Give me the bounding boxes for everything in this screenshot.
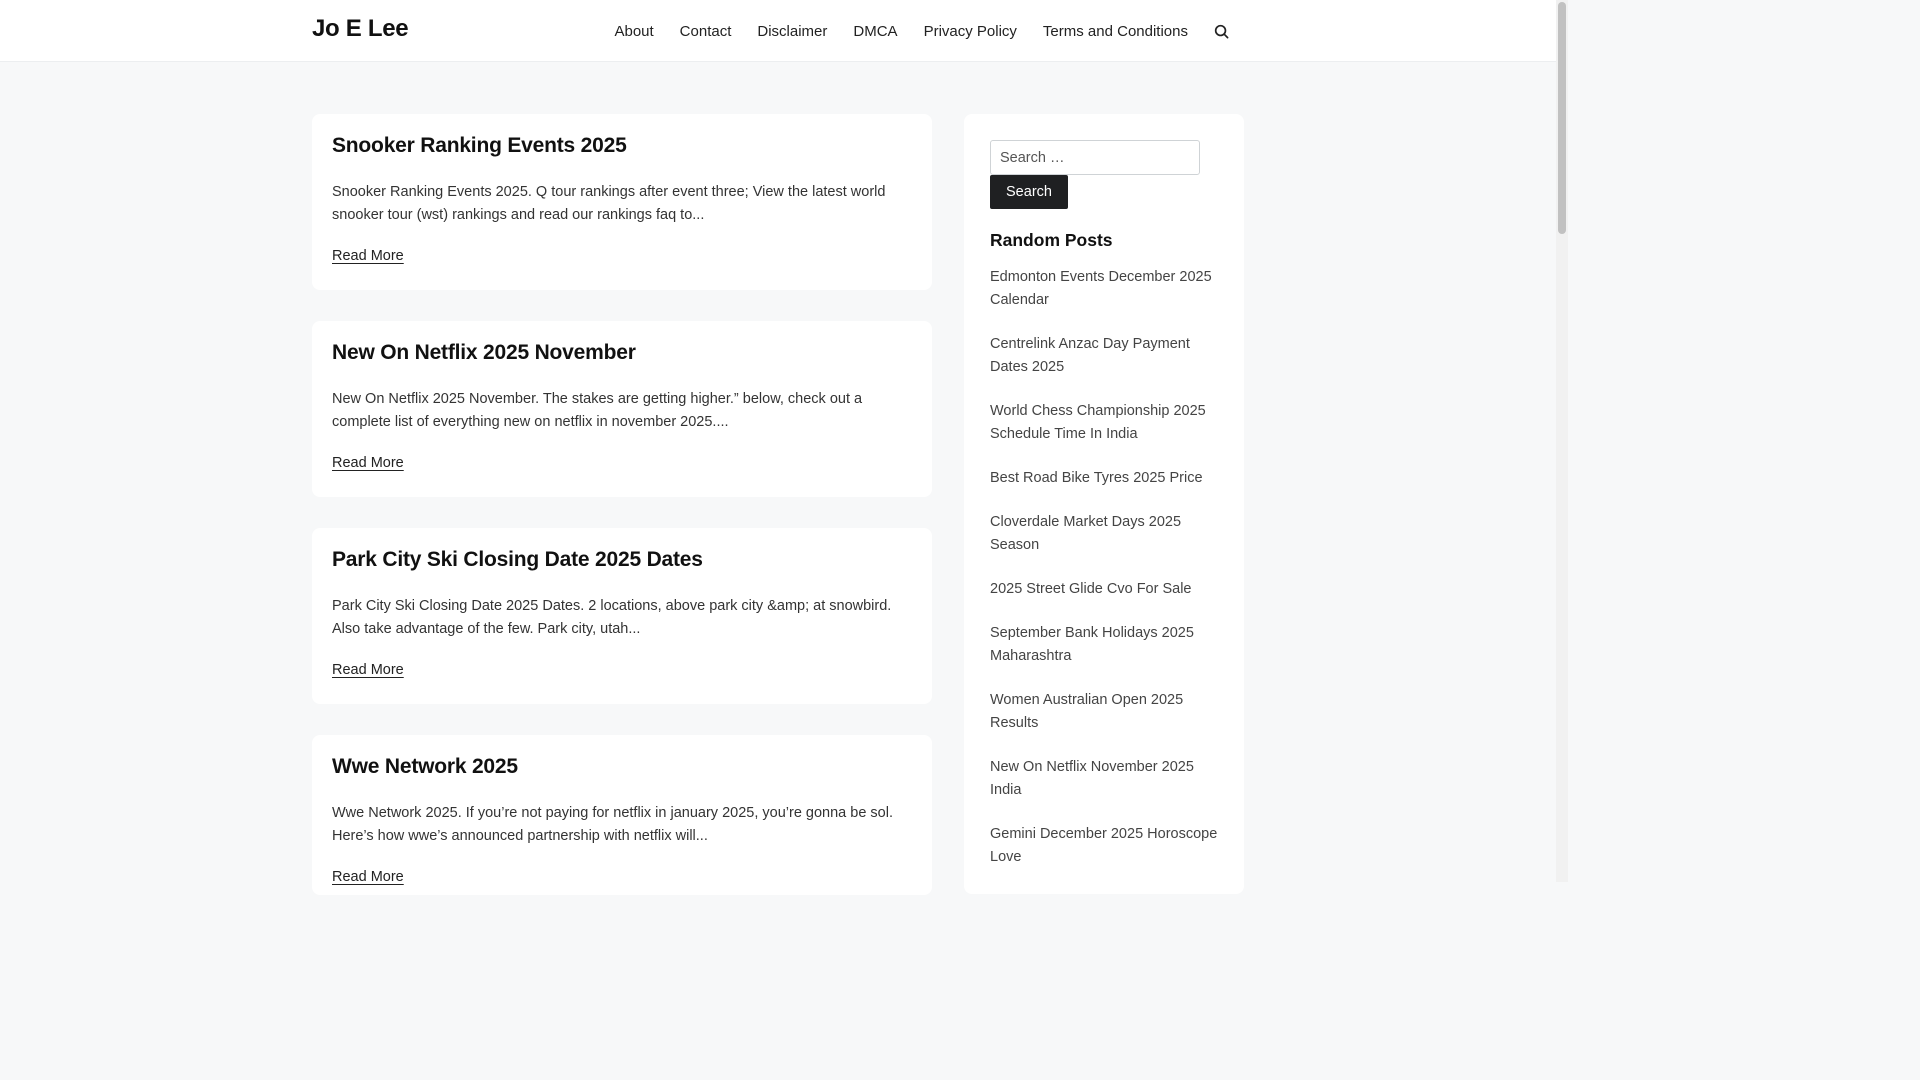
post-excerpt: Park City Ski Closing Date 2025 Dates. 2… <box>332 598 892 637</box>
main-nav: About Contact Disclaimer DMCA Privacy Po… <box>588 0 1230 62</box>
post-title[interactable]: New On Netflix 2025 November <box>332 341 636 365</box>
nav-item-contact[interactable]: Contact <box>680 23 732 40</box>
list-item: Gemini December 2025 Horoscope Love <box>990 823 1218 869</box>
nav-item-about[interactable]: About <box>614 23 653 40</box>
read-more-link[interactable]: Read More <box>332 662 404 678</box>
scrollbar[interactable] <box>1556 0 1568 882</box>
post-card: Park City Ski Closing Date 2025 Dates Pa… <box>312 528 932 704</box>
list-item: 2025 Street Glide Cvo For Sale <box>990 578 1218 601</box>
read-more-link[interactable]: Read More <box>332 455 404 471</box>
post-excerpt: New On Netflix 2025 November. The stakes… <box>332 391 863 430</box>
search-input[interactable] <box>990 140 1200 175</box>
random-post-link[interactable]: World Chess Championship 2025 Schedule T… <box>990 403 1206 442</box>
post-title[interactable]: Wwe Network 2025 <box>332 755 518 779</box>
search-button[interactable]: Search <box>990 175 1068 209</box>
nav-item-terms[interactable]: Terms and Conditions <box>1043 23 1188 40</box>
read-more-link[interactable]: Read More <box>332 248 404 264</box>
nav-item-disclaimer[interactable]: Disclaimer <box>757 23 827 40</box>
list-item: Best Road Bike Tyres 2025 Price <box>990 467 1218 490</box>
list-item: World Chess Championship 2025 Schedule T… <box>990 400 1218 446</box>
random-post-link[interactable]: New On Netflix November 2025 India <box>990 759 1194 798</box>
random-post-link[interactable]: Cloverdale Market Days 2025 Season <box>990 514 1181 553</box>
random-post-link[interactable]: Edmonton Events December 2025 Calendar <box>990 269 1212 308</box>
list-item: Centrelink Anzac Day Payment Dates 2025 <box>990 333 1218 379</box>
post-title[interactable]: Park City Ski Closing Date 2025 Dates <box>332 548 703 572</box>
random-post-link[interactable]: 2025 Street Glide Cvo For Sale <box>990 581 1192 597</box>
post-title[interactable]: Snooker Ranking Events 2025 <box>332 134 627 158</box>
list-item: Edmonton Events December 2025 Calendar <box>990 266 1218 312</box>
random-posts-title: Random Posts <box>990 230 1113 250</box>
scrollbar-thumb[interactable] <box>1558 2 1566 234</box>
site-title[interactable]: Jo E Lee <box>312 15 409 43</box>
random-post-link[interactable]: September Bank Holidays 2025 Maharashtra <box>990 625 1194 664</box>
post-excerpt: Snooker Ranking Events 2025. Q tour rank… <box>332 184 886 223</box>
list-item: Women Australian Open 2025 Results <box>990 689 1218 735</box>
list-item: September Bank Holidays 2025 Maharashtra <box>990 622 1218 668</box>
nav-item-dmca[interactable]: DMCA <box>853 23 897 40</box>
post-card: Wwe Network 2025 Wwe Network 2025. If yo… <box>312 735 932 895</box>
site-header: Jo E Lee About Contact Disclaimer DMCA P… <box>0 0 1556 62</box>
list-item: New On Netflix November 2025 India <box>990 756 1218 802</box>
nav-item-privacy-policy[interactable]: Privacy Policy <box>924 23 1017 40</box>
post-card: Snooker Ranking Events 2025 Snooker Rank… <box>312 114 932 290</box>
random-post-link[interactable]: Best Road Bike Tyres 2025 Price <box>990 470 1203 486</box>
post-excerpt: Wwe Network 2025. If you’re not paying f… <box>332 805 893 844</box>
random-post-link[interactable]: Centrelink Anzac Day Payment Dates 2025 <box>990 336 1190 375</box>
random-posts-list: Edmonton Events December 2025 Calendar C… <box>990 266 1218 890</box>
search-icon[interactable] <box>1212 22 1230 40</box>
read-more-link[interactable]: Read More <box>332 869 404 885</box>
post-card: New On Netflix 2025 November New On Netf… <box>312 321 932 497</box>
random-post-link[interactable]: Women Australian Open 2025 Results <box>990 692 1183 731</box>
sidebar: Search Random Posts Edmonton Events Dece… <box>964 114 1244 894</box>
list-item: Cloverdale Market Days 2025 Season <box>990 511 1218 557</box>
random-post-link[interactable]: Gemini December 2025 Horoscope Love <box>990 826 1217 865</box>
